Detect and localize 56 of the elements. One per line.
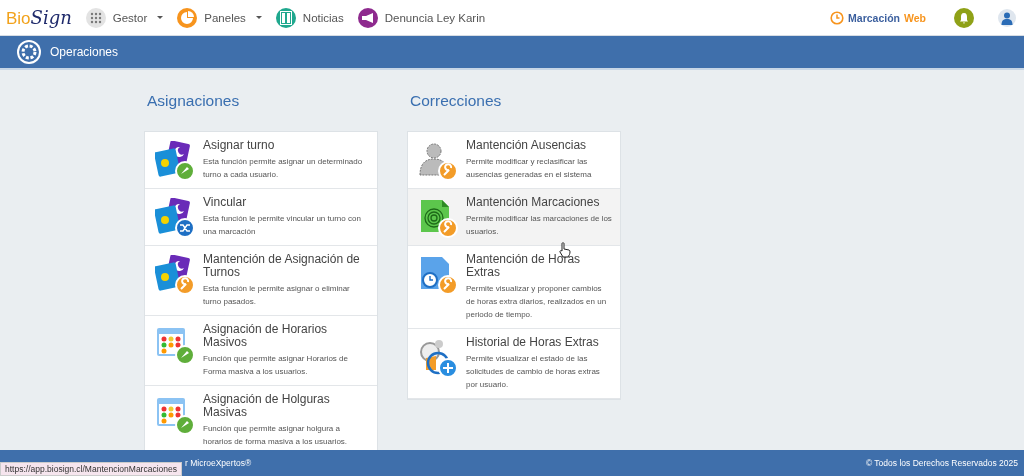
user-avatar-button[interactable] [998,8,1016,27]
feature-icon [418,338,458,378]
megaphone-icon [360,11,375,24]
card-description: Función que permite asignar holgura a horarios de forma masiva a los usuarios. [203,423,349,448]
section-heading: Correcciones [410,92,503,111]
feature-icon [155,198,195,238]
card-description: Esta función permite asignar un determinado turno a cada usuario. [203,156,364,181]
card-title: Historial de Horas Extras [466,336,600,349]
clock-icon [830,10,845,25]
card-title: Asignación de Horarios Masivos [203,323,329,349]
grid-icon [89,11,102,24]
operation-card[interactable]: Mantención Marcaciones Permite modificar las marcaciones de los usuarios. [408,189,620,246]
section-heading: Asignaciones [147,92,241,111]
status-url-tooltip: https://app.biosign.cl/MantencionMarcaciones [0,462,182,476]
nav-menu-item[interactable]: Paneles [177,7,262,28]
card-description: Esta función le permite asignar o eliminar turno pasados. [203,283,351,308]
settings-icon [16,39,42,65]
card-title: Vincular [203,196,248,209]
card-description: Permite modificar las marcaciones de los usuarios. [466,213,612,238]
newspaper-icon [279,10,292,25]
web-clock-link[interactable]: Marcación Web [830,10,926,25]
operation-card[interactable]: Mantención de Asignación de Turnos Esta función le permite asignar o eliminar turno pasados. [145,246,377,316]
operation-card[interactable]: Asignar turno Esta función permite asignar un determinado turno a cada usuario. [145,132,377,189]
nav-menu-item[interactable]: Noticias [275,7,344,28]
notifications-button[interactable] [954,7,974,28]
card-description: Permite modificar y reclasificar las ausencias generadas en el sistema [466,156,593,181]
card-description: Permite visualizar y proponer cambios de horas extra diarios, realizados en un periodo de tiempo. [466,283,608,321]
feature-icon [155,255,195,295]
page-title: Operaciones [50,45,119,59]
footer-copyright: © Todos los Derechos Reservados 2025 [865,458,1018,468]
card-description: Función que permite asignar Horarios de Forma masiva a los usuarios. [203,353,349,378]
nav-menu-item[interactable]: Gestor [85,7,164,28]
feature-icon [418,141,458,181]
card-title: Mantención de Horas Extras [466,253,582,279]
biosign-logo[interactable]: BioSign [6,6,72,29]
bell-icon [958,11,970,24]
card-title: Asignar turno [203,139,276,152]
card-title: Mantención Marcaciones [466,196,601,209]
card-title: Asignación de Holguras Masivas [203,393,331,419]
user-icon [1000,10,1014,25]
card-description: Permite visualizar el estado de las solicitudes de cambio de horas extras por usuario. [466,353,601,391]
feature-icon [155,141,195,181]
feature-icon [418,255,458,295]
feature-icon [155,325,195,365]
card-title: Mantención de Asignación de Turnos [203,253,361,279]
operation-card[interactable]: Vincular Esta función le permite vincular un turno con una marcación [145,189,377,246]
feature-icon [418,198,458,238]
operation-card[interactable]: Asignación de Horarios Masivos Función que permite asignar Horarios de Forma masiva a los usuarios. [145,316,377,386]
card-title: Mantención Ausencias [466,139,588,152]
pie-chart-icon [180,10,195,25]
footer-credits: r MicroeXpertos® [184,458,252,468]
card-description: Esta función le permite vincular un turno con una marcación [203,213,362,238]
nav-menu-item[interactable]: Denuncia Ley Karin [357,7,486,28]
feature-icon [155,395,195,435]
operation-card[interactable]: Historial de Horas Extras Permite visualizar el estado de las solicitudes de cambio de horas extras por usuario. [408,329,620,399]
operation-card[interactable]: Mantención de Horas Extras Permite visualizar y proponer cambios de horas extra diarios, realizados en un periodo de tiempo. [408,246,620,329]
